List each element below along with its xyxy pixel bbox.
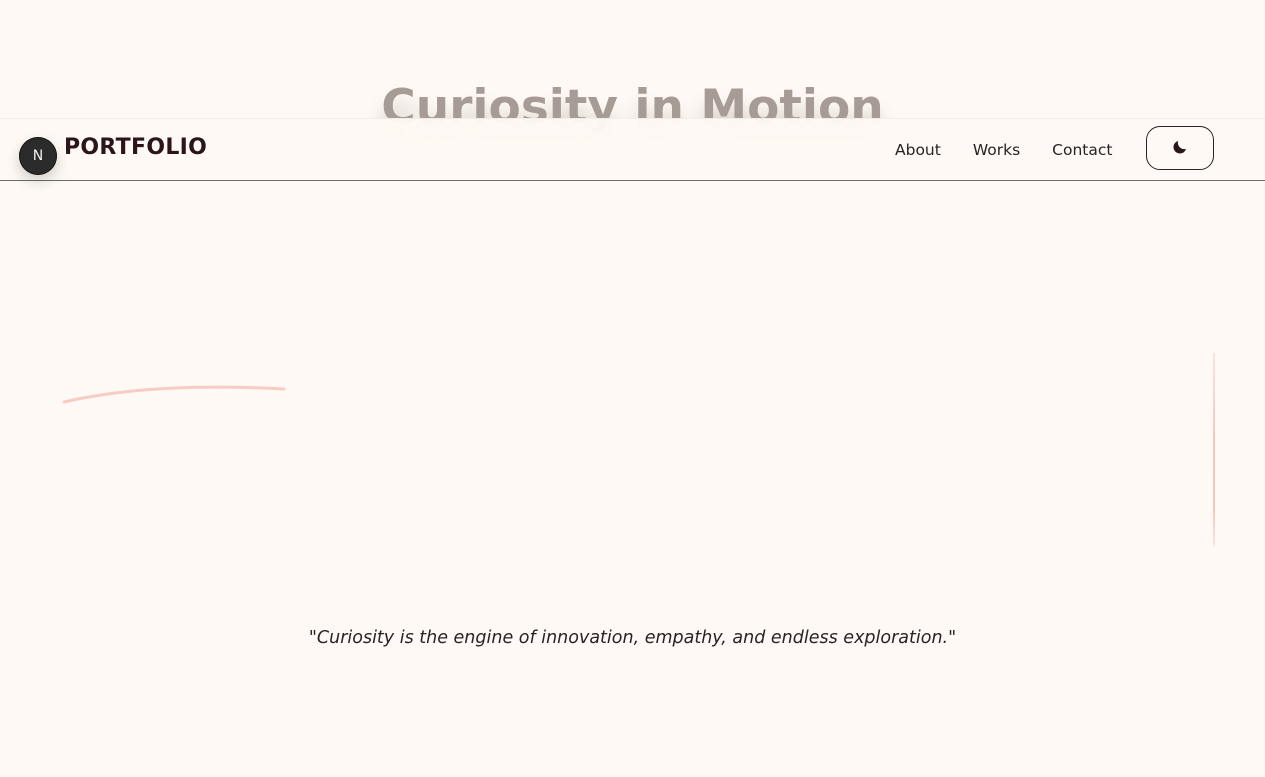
brand-name[interactable]: PORTFOLIO — [64, 135, 207, 160]
page: Curiosity in Motion N PORTFOLIO About Wo… — [0, 0, 1265, 777]
site-header: N PORTFOLIO About Works Contact — [0, 118, 1265, 181]
logo-letter: N — [32, 148, 44, 164]
main-nav: About Works Contact — [895, 141, 1112, 159]
theme-toggle-button[interactable] — [1146, 126, 1214, 170]
quote-text: "Curiosity is the engine of innovation, … — [308, 628, 957, 648]
nav-about-link[interactable]: About — [895, 141, 941, 159]
decorative-curve — [62, 385, 286, 404]
decorative-vertical-line — [1213, 353, 1215, 546]
nav-works-link[interactable]: Works — [973, 141, 1020, 159]
nav-contact-link[interactable]: Contact — [1052, 141, 1112, 159]
logo[interactable]: N — [19, 137, 57, 175]
moon-icon — [1171, 138, 1189, 159]
